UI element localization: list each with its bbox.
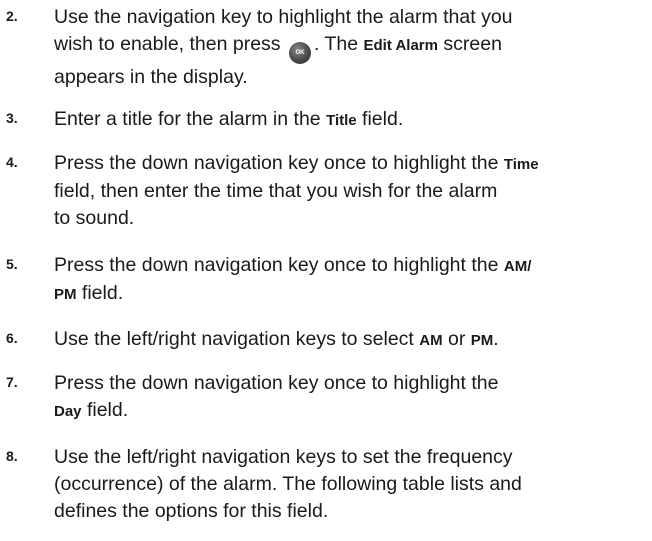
- text-run: Use the navigation key to highlight the …: [54, 6, 513, 28]
- step-line: Day field.: [54, 397, 652, 425]
- step-line: Press the down navigation key once to hi…: [54, 150, 652, 178]
- step-number: 5.: [6, 256, 18, 272]
- step-line: defines the options for this field.: [54, 498, 652, 525]
- text-run: screen: [437, 33, 502, 55]
- step-number: 4.: [6, 154, 18, 170]
- step-number: 6.: [6, 330, 18, 346]
- keyword-title: Title: [326, 112, 357, 129]
- text-run: appears in the display.: [54, 66, 248, 88]
- step-number: 7.: [6, 374, 18, 390]
- text-run: . The: [313, 33, 364, 55]
- step-number: 2.: [6, 8, 18, 24]
- step-text: Use the navigation key to highlight the …: [54, 4, 652, 91]
- step-number: 3.: [6, 110, 18, 126]
- text-run: field, then enter the time that you wish…: [54, 180, 498, 202]
- text-run: (occurrence) of the alarm. The following…: [54, 473, 522, 495]
- keyword-day: Day: [54, 403, 82, 420]
- text-run: Use the left/right navigation keys to se…: [54, 446, 513, 468]
- text-run: Press the down navigation key once to hi…: [54, 152, 504, 174]
- text-run: Press the down navigation key once to hi…: [54, 254, 504, 276]
- text-run: to sound.: [54, 207, 135, 229]
- text-run: wish to enable, then press: [54, 33, 286, 55]
- step-line: Use the left/right navigation keys to se…: [54, 326, 652, 354]
- text-run: Use the left/right navigation keys to se…: [54, 328, 420, 350]
- step-line: Press the down navigation key once to hi…: [54, 252, 652, 280]
- step-line: PM field.: [54, 280, 652, 308]
- step-line: Press the down navigation key once to hi…: [54, 370, 652, 397]
- step-text: Press the down navigation key once to hi…: [54, 370, 652, 425]
- ok-key-icon: OK: [288, 42, 311, 64]
- step-line: wish to enable, then press OK . The Edit …: [54, 31, 652, 64]
- step-line: (occurrence) of the alarm. The following…: [54, 471, 652, 498]
- step-line: Use the navigation key to highlight the …: [54, 4, 652, 31]
- step-line: to sound.: [54, 205, 652, 232]
- keyword-am-pm: AM/: [503, 258, 532, 275]
- text-run: Press the down navigation key once to hi…: [54, 372, 499, 394]
- text-run: defines the options for this field.: [54, 500, 329, 522]
- text-run: or: [442, 328, 471, 350]
- step-line: Use the left/right navigation keys to se…: [54, 444, 652, 471]
- step-text: Press the down navigation key once to hi…: [54, 150, 652, 232]
- step-text: Enter a title for the alarm in the Title…: [54, 106, 652, 134]
- ok-key-label: OK: [295, 50, 305, 56]
- text-run: Enter a title for the alarm in the: [54, 108, 327, 130]
- step-text: Use the left/right navigation keys to se…: [54, 326, 652, 354]
- step-number: 8.: [6, 448, 18, 464]
- text-run: .: [493, 328, 499, 350]
- text-run: field.: [76, 282, 124, 304]
- step-line: appears in the display.: [54, 64, 652, 91]
- keyword-time: Time: [503, 156, 539, 173]
- text-run: field.: [81, 399, 129, 421]
- text-run: field.: [356, 108, 404, 130]
- step-text: Use the left/right navigation keys to se…: [54, 444, 652, 525]
- step-text: Press the down navigation key once to hi…: [54, 252, 652, 308]
- keyword-edit-alarm: Edit Alarm: [363, 37, 438, 54]
- keyword-pm: PM: [54, 286, 77, 303]
- keyword-pm: PM: [470, 332, 494, 349]
- step-line: Enter a title for the alarm in the Title…: [54, 106, 652, 134]
- keyword-am: AM: [419, 332, 443, 349]
- step-line: field, then enter the time that you wish…: [54, 178, 652, 205]
